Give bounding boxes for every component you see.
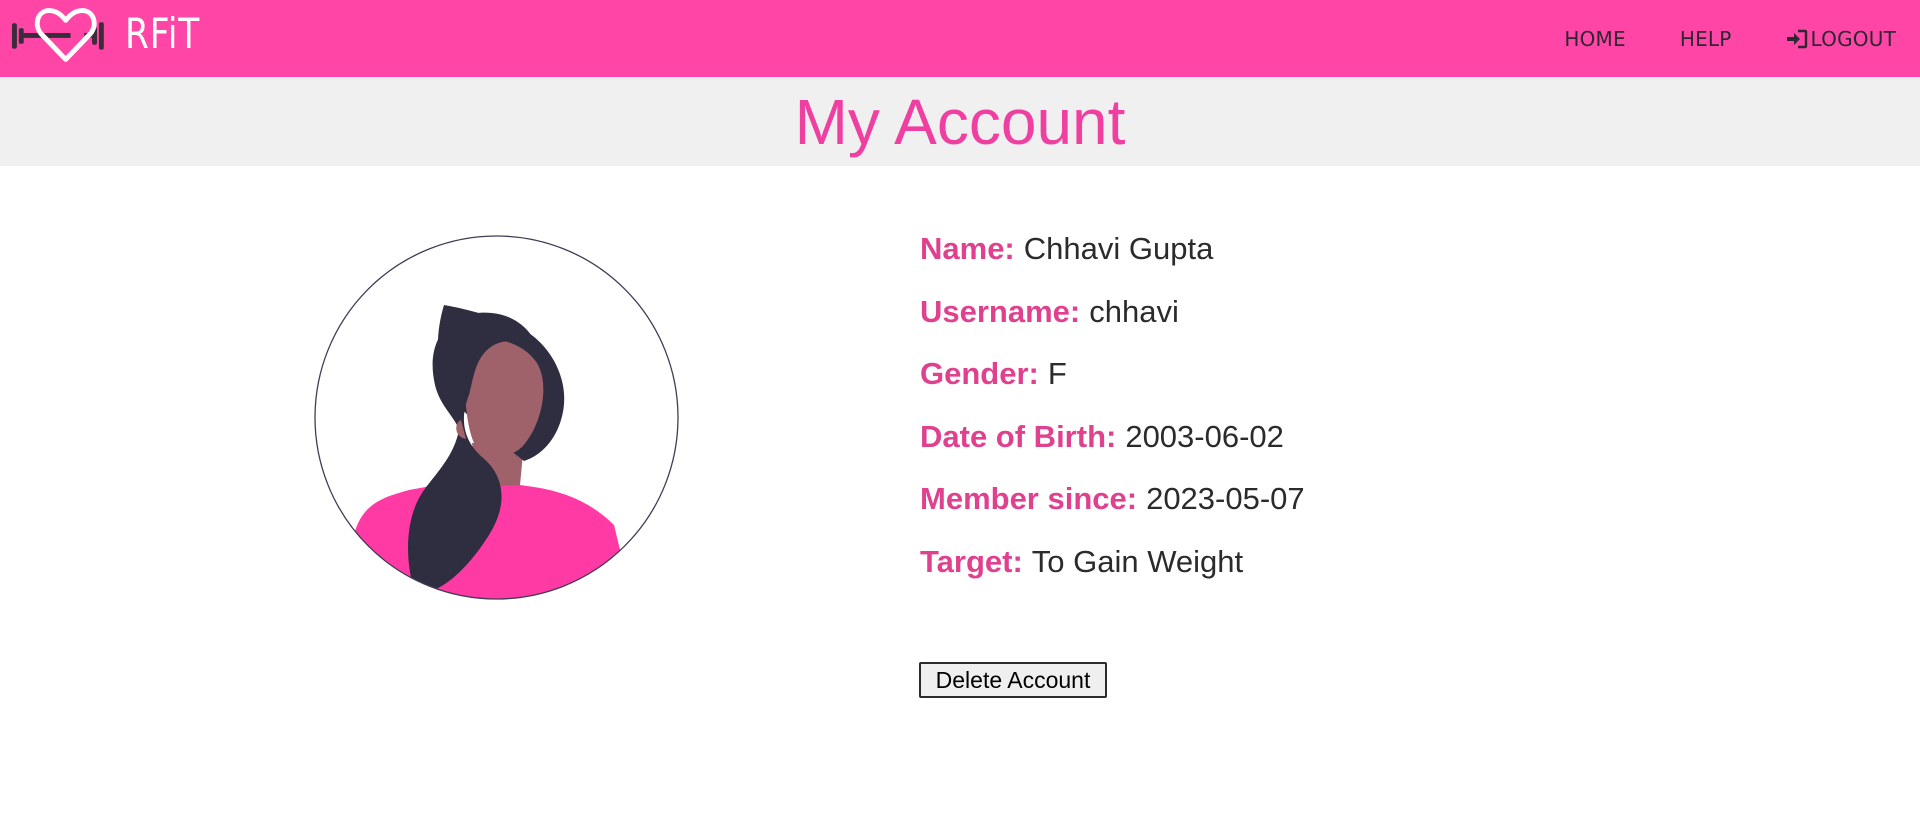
nav-links: HOME HELP LOGOUT — [1510, 0, 1896, 77]
profile-field-dob: Date of Birth: 2003-06-02 — [920, 418, 1305, 481]
nav-help-link[interactable]: HELP — [1680, 27, 1732, 51]
field-value: To Gain Weight — [1031, 543, 1244, 579]
title-band: My Account — [0, 77, 1920, 166]
field-label: Name: — [920, 231, 1015, 266]
delete-account-button[interactable]: Delete Account — [919, 662, 1107, 698]
sign-in-icon — [1786, 29, 1807, 48]
female-avatar-icon — [314, 235, 679, 600]
profile-field-username: Username: chhavi — [920, 293, 1305, 356]
profile-field-gender: Gender: F — [920, 355, 1305, 418]
field-label: Gender: — [920, 356, 1039, 391]
field-value: F — [1047, 356, 1067, 391]
field-value: 2003-06-02 — [1125, 418, 1284, 454]
profile-field-target: Target: To Gain Weight — [920, 543, 1305, 606]
profile-avatar — [314, 235, 679, 600]
field-value: chhavi — [1089, 293, 1179, 329]
nav-logout-link[interactable]: LOGOUT — [1786, 27, 1896, 51]
profile-field-member-since: Member since: 2023-05-07 — [920, 480, 1305, 543]
field-label: Target: — [920, 543, 1023, 579]
page-title: My Account — [794, 85, 1126, 158]
logout-label: LOGOUT — [1810, 26, 1896, 51]
field-label: Date of Birth: — [920, 418, 1117, 454]
profile-field-name: Name: Chhavi Gupta — [920, 230, 1305, 293]
field-value: Chhavi Gupta — [1023, 231, 1214, 266]
nav-home-link[interactable]: HOME — [1564, 27, 1625, 51]
profile-details: Name: Chhavi Gupta Username: chhavi Gend… — [920, 230, 1305, 605]
field-value: 2023-05-07 — [1146, 481, 1305, 516]
brand-name: RFiT — [125, 9, 201, 58]
field-label: Username: — [920, 293, 1081, 329]
heart-dumbbell-logo-icon — [12, 8, 104, 62]
top-navbar: RFiT HOME HELP LOGOUT — [0, 0, 1920, 77]
field-label: Member since: — [920, 481, 1138, 516]
brand-logo[interactable]: RFiT — [12, 6, 217, 62]
